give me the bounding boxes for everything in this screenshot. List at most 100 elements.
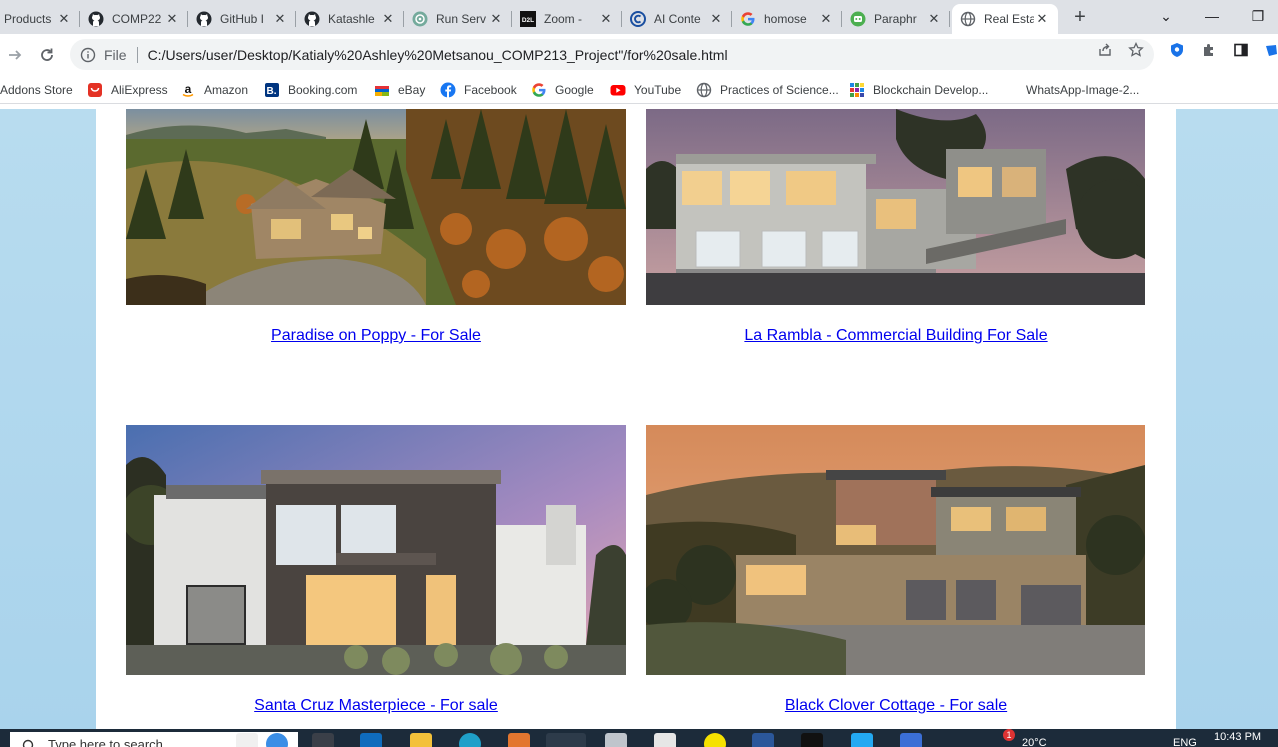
word-icon[interactable] [752, 733, 774, 747]
minimize-button[interactable]: — [1197, 4, 1227, 28]
bookmark-label: Google [555, 83, 594, 97]
reload-icon[interactable] [35, 43, 59, 67]
tab-title: Real Esta [984, 12, 1034, 26]
bookmark-label: eBay [398, 83, 426, 97]
bookmark-facebook[interactable]: Facebook [440, 81, 517, 99]
tab-products[interactable]: Products ✕ [0, 4, 80, 34]
tab-search-dropdown-icon[interactable]: ⌄ [1151, 4, 1181, 28]
tab-comp22[interactable]: COMP22 ✕ [80, 4, 188, 34]
password-manager-icon[interactable] [1168, 41, 1186, 59]
bookmark-whatsapp-image[interactable]: WhatsApp-Image-2... [1026, 81, 1139, 99]
bookmark-label: Practices of Science... [720, 83, 839, 97]
bookmark-addons-store[interactable]: Addons Store [0, 81, 73, 99]
bookmark-label: Addons Store [0, 83, 73, 97]
coastal-estate-photo[interactable] [126, 109, 626, 305]
tab-real-estate[interactable]: Real Esta ✕ [952, 4, 1058, 34]
bookmark-label: WhatsApp-Image-2... [1026, 83, 1140, 97]
facebook-icon [440, 82, 456, 98]
forward-arrow-icon[interactable] [3, 43, 27, 67]
info-icon[interactable] [80, 47, 96, 63]
snapchat-icon[interactable] [704, 733, 726, 747]
notepad-icon[interactable] [605, 733, 627, 747]
bookmark-practices-of-science[interactable]: Practices of Science... [696, 81, 839, 99]
page-viewport: Paradise on Poppy - For Sale La Rambla -… [0, 109, 1278, 729]
weather-temp[interactable]: 20°C [1022, 737, 1047, 747]
app-icon[interactable] [900, 733, 922, 747]
tab-close-icon[interactable]: ✕ [164, 11, 180, 27]
chrome-taskbar-icon[interactable] [546, 733, 586, 747]
bookmark-label: YouTube [634, 83, 682, 97]
share-icon[interactable] [1096, 41, 1114, 59]
edge-icon[interactable] [459, 733, 481, 747]
clock-time[interactable]: 10:43 PM [1214, 731, 1261, 743]
bookmark-aliexpress[interactable]: AliExpress [87, 81, 168, 99]
tab-close-icon[interactable]: ✕ [708, 11, 724, 27]
c-logo-icon [630, 11, 646, 27]
tab-close-icon[interactable]: ✕ [56, 11, 72, 27]
restore-button[interactable]: ❐ [1243, 4, 1273, 28]
paint-app-icon[interactable] [236, 733, 258, 747]
tab-katashle[interactable]: Katashle ✕ [296, 4, 404, 34]
tab-title: homose [764, 12, 807, 26]
ebay-icon [374, 82, 390, 98]
notification-badge: 1 [1003, 729, 1015, 741]
listing-link[interactable]: Black Clover Cottage - For sale [646, 697, 1146, 715]
tab-close-icon[interactable]: ✕ [926, 11, 942, 27]
bookmark-blockchain[interactable]: Blockchain Develop... [849, 81, 988, 99]
tab-ai-content[interactable]: AI Conte ✕ [622, 4, 732, 34]
tab-close-icon[interactable]: ✕ [272, 11, 288, 27]
browser-toolbar: File C:/Users/user/Desktop/Katialy%20Ash… [0, 34, 1278, 76]
profile-icon[interactable] [1262, 41, 1278, 59]
firefox-icon[interactable] [508, 733, 530, 747]
side-panel-icon[interactable] [1232, 41, 1250, 59]
bookmark-star-icon[interactable] [1127, 41, 1145, 59]
new-tab-button[interactable]: + [1068, 6, 1092, 30]
listing-link[interactable]: Paradise on Poppy - For Sale [126, 327, 626, 345]
listing-link[interactable]: La Rambla - Commercial Building For Sale [646, 327, 1146, 345]
mail-app-icon[interactable] [360, 733, 382, 747]
tab-zoom[interactable]: D2L Zoom - ✕ [512, 4, 622, 34]
amazon-icon: a [180, 82, 196, 98]
tab-close-icon[interactable]: ✕ [488, 11, 504, 27]
tab-run-serv[interactable]: Run Serv ✕ [404, 4, 512, 34]
tab-paraphrase[interactable]: Paraphr ✕ [842, 4, 950, 34]
address-bar[interactable]: File C:/Users/user/Desktop/Katialy%20Ash… [70, 39, 1154, 70]
language-indicator[interactable]: ENG [1173, 737, 1197, 747]
bookmark-label: Amazon [204, 83, 249, 97]
tab-close-icon[interactable]: ✕ [598, 11, 614, 27]
listings-container: Paradise on Poppy - For Sale La Rambla -… [96, 109, 1176, 729]
hillside-stone-house-photo[interactable] [646, 425, 1146, 675]
bookmark-booking[interactable]: B. Booking.com [264, 81, 357, 99]
terminal-icon[interactable] [801, 733, 823, 747]
tab-close-icon[interactable]: ✕ [380, 11, 396, 27]
tab-title: AI Conte [654, 12, 701, 26]
listing-link[interactable]: Santa Cruz Masterpiece - For sale [126, 697, 626, 715]
youtube-icon [610, 82, 626, 98]
tab-title: Zoom - [544, 12, 583, 26]
bookmark-amazon[interactable]: a Amazon [180, 81, 248, 99]
svg-text:a: a [185, 82, 192, 96]
extensions-puzzle-icon[interactable] [1200, 41, 1218, 59]
robot-icon [850, 11, 866, 27]
globe-icon [960, 11, 976, 27]
github-icon [88, 11, 104, 27]
bookmark-label: Facebook [464, 83, 517, 97]
modern-cube-house-photo[interactable] [126, 425, 626, 675]
bookmark-youtube[interactable]: YouTube [610, 81, 681, 99]
calculator-icon[interactable] [654, 733, 676, 747]
bookmark-ebay[interactable]: eBay [374, 81, 425, 99]
tab-close-icon[interactable]: ✕ [818, 11, 834, 27]
scheme-label: File [104, 46, 127, 63]
vscode-icon[interactable] [851, 733, 873, 747]
search-icon [22, 736, 36, 747]
url-text[interactable]: C:/Users/user/Desktop/Katialy%20Ashley%2… [148, 47, 728, 63]
tab-google-search[interactable]: homose ✕ [732, 4, 842, 34]
task-view-icon[interactable] [312, 733, 334, 747]
file-explorer-icon[interactable] [410, 733, 432, 747]
tab-github[interactable]: GitHub I ✕ [188, 4, 296, 34]
tab-close-icon[interactable]: ✕ [1034, 11, 1050, 27]
modern-garage-house-photo[interactable] [646, 109, 1146, 305]
tab-title: Katashle [328, 12, 375, 26]
bookmark-google[interactable]: Google [531, 81, 594, 99]
openai-icon [412, 11, 428, 27]
